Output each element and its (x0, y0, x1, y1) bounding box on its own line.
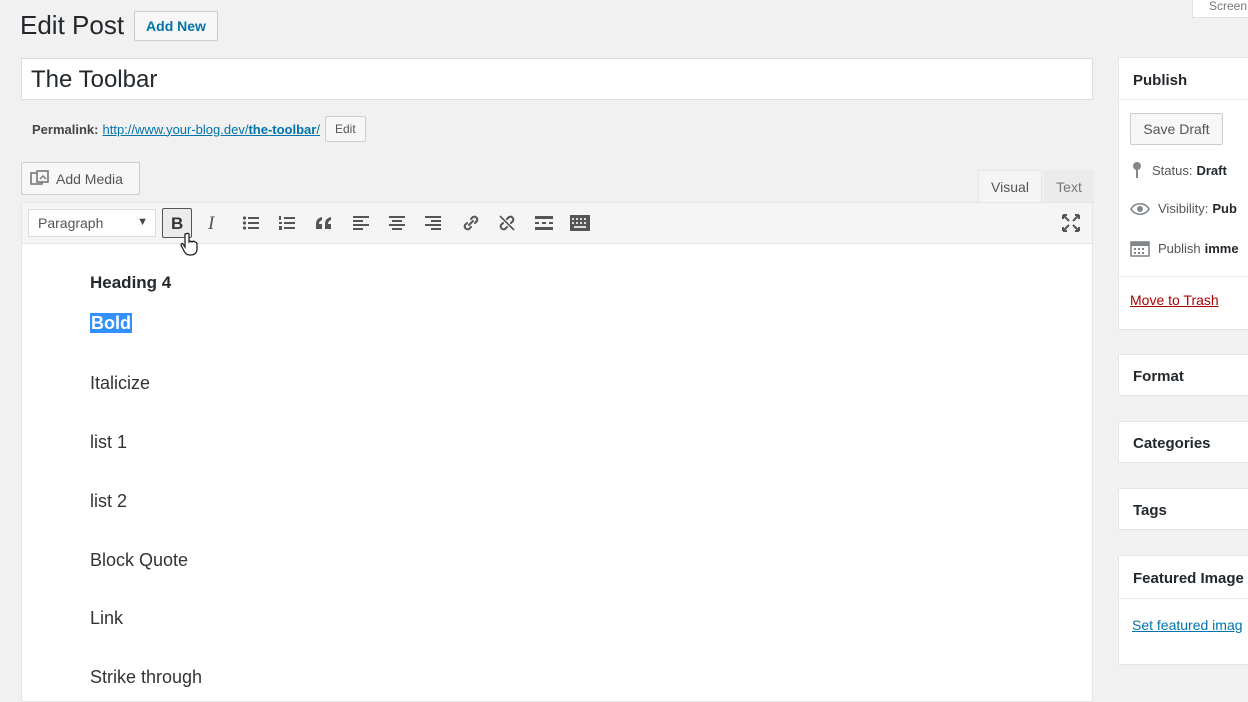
permalink-base: http://www.your-blog.dev/ (102, 121, 249, 137)
toolbar-toggle-icon (570, 215, 590, 231)
read-more-button[interactable] (529, 208, 559, 238)
svg-text:I: I (207, 214, 216, 232)
content-list-2: list 2 (90, 491, 128, 511)
pin-icon (1133, 162, 1141, 178)
add-new-button[interactable]: Add New (134, 11, 218, 41)
featured-image-box: Featured Image (1118, 555, 1248, 665)
content-heading: Heading 4 (90, 273, 172, 292)
italic-button[interactable]: I (198, 208, 228, 238)
visibility-value: Pub (1212, 201, 1237, 216)
content-strike-through: Strike through (90, 667, 203, 687)
screen-options-button[interactable]: Screen (1192, 0, 1248, 18)
fullscreen-button[interactable] (1056, 208, 1086, 238)
featured-image-box-title: Featured Image (1133, 570, 1244, 587)
eye-icon (1130, 202, 1150, 215)
status-row: Status: Draft (1130, 161, 1227, 179)
numbered-list-icon (279, 216, 295, 230)
fullscreen-icon (1062, 214, 1080, 232)
trash-divider (1118, 276, 1248, 277)
save-draft-button[interactable]: Save Draft (1130, 113, 1223, 145)
align-right-icon (425, 216, 441, 230)
tab-visual[interactable]: Visual (978, 170, 1042, 203)
content-block-quote: Block Quote (90, 550, 189, 570)
blockquote-icon (316, 217, 331, 229)
align-right-button[interactable] (418, 208, 448, 238)
content-bold-selected: Bold (90, 313, 132, 333)
tags-box-title: Tags (1133, 502, 1167, 519)
publish-box-title: Publish (1133, 72, 1188, 89)
visibility-row: Visibility: Pub (1130, 201, 1237, 216)
format-select-value: Paragraph (38, 215, 104, 231)
tab-text[interactable]: Text (1044, 170, 1094, 203)
categories-box-title: Categories (1133, 435, 1211, 452)
italic-icon: I (207, 214, 216, 232)
align-left-button[interactable] (346, 208, 376, 238)
move-to-trash-link[interactable]: Move to Trash (1130, 292, 1219, 308)
blockquote-button[interactable] (309, 208, 339, 238)
content-italicize: Italicize (90, 373, 151, 393)
edit-slug-button[interactable]: Edit (324, 116, 366, 142)
media-icon (30, 169, 49, 185)
publish-divider (1118, 99, 1248, 100)
align-center-button[interactable] (382, 208, 412, 238)
permalink-label: Permalink: (32, 121, 99, 137)
align-left-icon (353, 216, 369, 230)
categories-box[interactable]: Categories (1118, 421, 1248, 463)
unlink-icon (499, 215, 515, 231)
link-button[interactable] (456, 208, 486, 238)
read-more-icon (535, 216, 553, 230)
status-label: Status: (1152, 162, 1193, 178)
bullet-list-icon (242, 216, 259, 230)
set-featured-image-link[interactable]: Set featured imag (1132, 617, 1243, 633)
status-value: Draft (1196, 162, 1227, 178)
unlink-button[interactable] (492, 208, 522, 238)
content-link: Link (90, 608, 124, 628)
add-media-label: Add Media (56, 170, 123, 187)
featured-divider (1118, 598, 1248, 599)
format-select[interactable]: Paragraph ▼ (28, 209, 156, 237)
permalink-slug: the-toolbar (248, 121, 317, 137)
publish-date-value: imme (1204, 240, 1239, 256)
link-icon (463, 215, 479, 231)
numbered-list-button[interactable] (272, 208, 302, 238)
svg-text:B: B (171, 214, 183, 232)
page-title: Edit Post (20, 10, 125, 40)
align-center-icon (389, 216, 405, 230)
toolbar-toggle-button[interactable] (565, 208, 595, 238)
permalink: Permalink: http://www.your-blog.dev/the-… (32, 116, 366, 142)
format-box[interactable]: Format (1118, 354, 1248, 396)
post-title-input[interactable]: The Toolbar (21, 58, 1093, 100)
permalink-link[interactable]: http://www.your-blog.dev/the-toolbar/ (102, 122, 319, 137)
publish-box: Publish (1118, 57, 1248, 330)
editor-area[interactable]: Heading 4 Bold Italicize list 1 list 2 B… (21, 202, 1093, 702)
bold-icon: B (171, 214, 183, 232)
format-box-title: Format (1133, 368, 1184, 385)
publish-date-label: Publish (1158, 240, 1201, 256)
publish-date-row: Publish imme (1130, 239, 1239, 257)
dropdown-arrow-icon: ▼ (137, 216, 148, 228)
calendar-icon (1130, 241, 1150, 257)
tags-box[interactable]: Tags (1118, 488, 1248, 530)
visibility-label: Visibility: (1158, 201, 1209, 216)
hand-cursor-icon (180, 232, 198, 261)
content-list-1: list 1 (90, 432, 128, 452)
permalink-trailing: / (316, 121, 320, 137)
add-media-button[interactable]: Add Media (21, 162, 140, 195)
bullet-list-button[interactable] (236, 208, 266, 238)
